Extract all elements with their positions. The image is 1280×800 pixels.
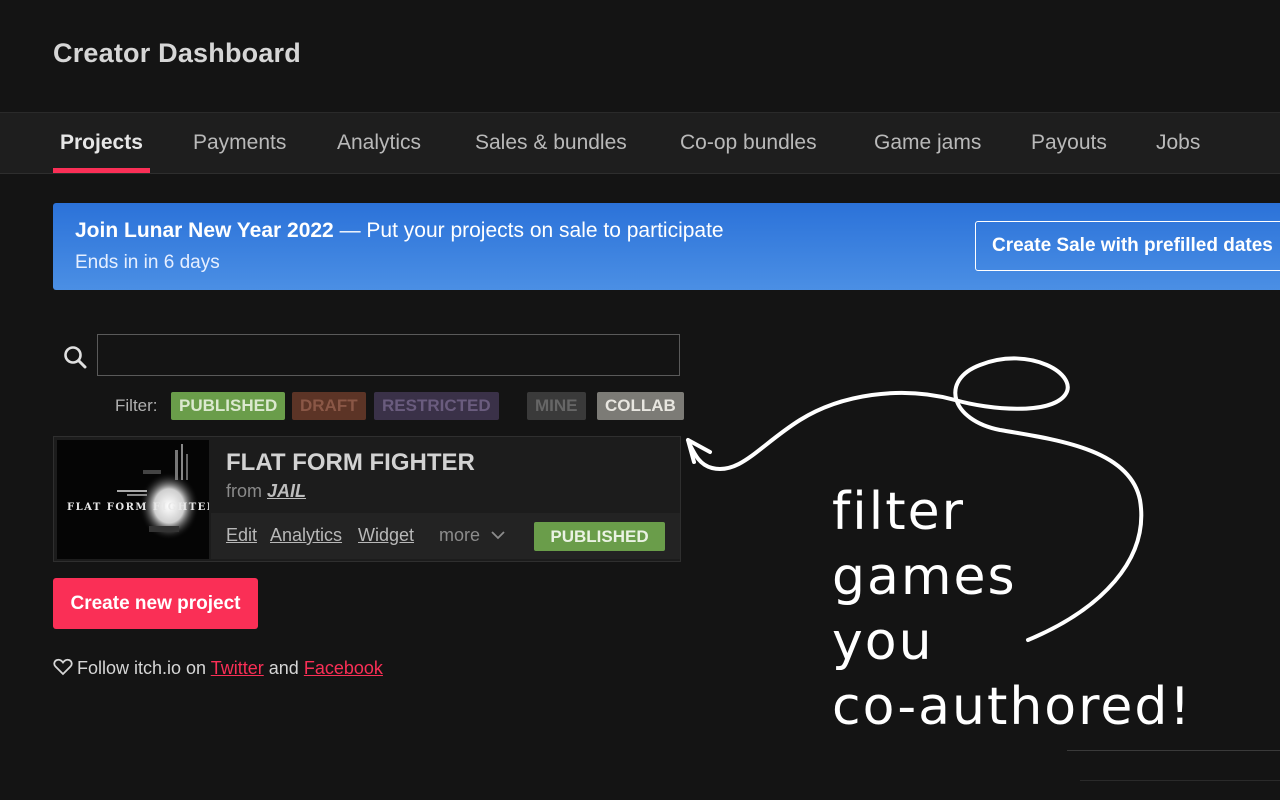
follow-and: and [268,658,299,678]
page-title: Creator Dashboard [53,38,301,68]
tab-analytics[interactable]: Analytics [330,113,428,171]
search-input[interactable] [97,334,680,376]
thumbnail-caption: FLAT FORM FIGHTER [67,502,209,513]
filter-restricted[interactable]: RESTRICTED [374,392,499,420]
tab-payouts[interactable]: Payouts [1024,113,1114,171]
annotation-line: games [832,547,1017,607]
banner-headline: Join Lunar New Year 2022 — Put your proj… [75,219,724,243]
analytics-link[interactable]: Analytics [270,525,342,546]
create-sale-button[interactable]: Create Sale with prefilled dates [975,221,1280,271]
filter-mine[interactable]: MINE [527,392,586,420]
thumbnail-art [57,440,209,559]
annotation-line: filter [832,482,965,542]
filter-label: Filter: [115,396,158,415]
create-new-project-button[interactable]: Create new project [53,578,258,629]
facebook-link[interactable]: Facebook [304,658,383,678]
banner-title: Join Lunar New Year 2022 [75,219,334,242]
heart-icon [53,658,73,676]
tab-projects[interactable]: Projects [53,113,150,173]
filter-draft[interactable]: DRAFT [292,392,366,420]
dashboard-tabs: Projects Payments Analytics Sales & bund… [0,112,1280,174]
author-link[interactable]: JAIL [267,481,306,501]
divider [1080,780,1280,781]
header: Creator Dashboard [0,0,1280,112]
edit-link[interactable]: Edit [226,525,257,546]
more-dropdown[interactable]: more [439,525,505,546]
more-label: more [439,525,481,545]
annotation-text: filter games you co-authored! [832,480,1192,740]
banner-ends: Ends in in 6 days [75,252,220,273]
chevron-down-icon [491,531,505,540]
from-prefix: from [226,481,262,501]
filter-published[interactable]: PUBLISHED [171,392,286,420]
project-author-line: from JAIL [226,481,306,502]
creator-dashboard-page: Creator Dashboard Projects Payments Anal… [0,0,1280,800]
status-badge: PUBLISHED [534,522,665,551]
annotation-line: co-authored! [832,677,1193,737]
project-actions-bar: Edit Analytics Widget more PUBLISHED [211,513,680,559]
filter-collab[interactable]: COLLAB [597,392,684,420]
sale-banner: Join Lunar New Year 2022 — Put your proj… [53,203,1280,290]
tab-jobs[interactable]: Jobs [1149,113,1207,171]
follow-line: Follow itch.io on Twitter and Facebook [53,658,383,679]
project-thumbnail[interactable]: FLAT FORM FIGHTER [57,440,209,559]
tab-game-jams[interactable]: Game jams [867,113,988,171]
divider [1067,750,1280,751]
project-title[interactable]: FLAT FORM FIGHTER [226,449,475,477]
tab-sales-bundles[interactable]: Sales & bundles [468,113,634,171]
search-icon [64,346,87,369]
widget-link[interactable]: Widget [358,525,414,546]
twitter-link[interactable]: Twitter [211,658,264,678]
banner-message: — Put your projects on sale to participa… [333,219,724,242]
follow-prefix: Follow itch.io on [77,658,207,678]
tab-coop-bundles[interactable]: Co-op bundles [673,113,824,171]
project-card: FLAT FORM FIGHTER FLAT FORM FIGHTER from… [53,436,681,562]
tab-payments[interactable]: Payments [186,113,293,171]
annotation-line: you [832,612,934,672]
